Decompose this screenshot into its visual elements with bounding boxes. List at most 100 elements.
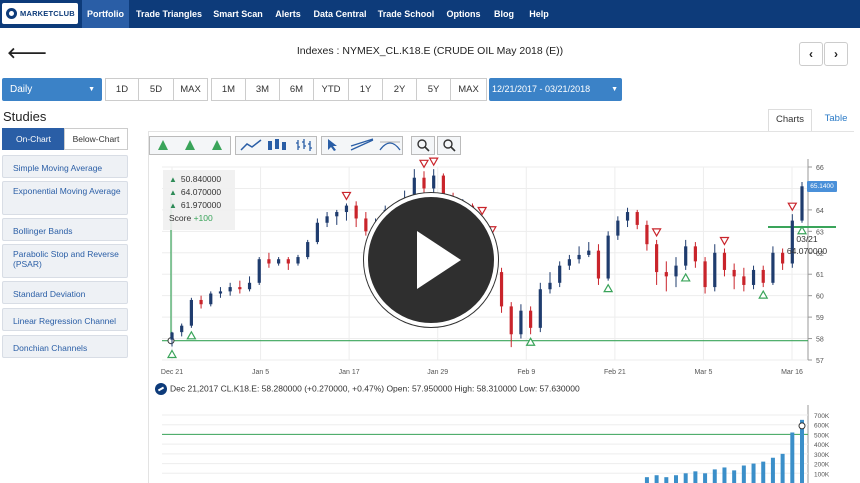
- marketclub-logo[interactable]: MARKETCLUB: [2, 3, 78, 24]
- range-1d-button[interactable]: 1D: [105, 78, 139, 101]
- studies-title: Studies: [3, 109, 47, 124]
- tab-table[interactable]: Table: [818, 109, 854, 131]
- volume-bar: [780, 453, 785, 483]
- nav-alerts[interactable]: Alerts: [270, 0, 306, 28]
- sell-triangle: [418, 159, 430, 169]
- period-select[interactable]: Daily ▼: [2, 78, 102, 101]
- study-exponential-moving-average[interactable]: Exponential Moving Average: [2, 181, 128, 215]
- triangle-up-icon[interactable]: [210, 138, 224, 152]
- caret-down-icon: ▼: [611, 86, 618, 93]
- candle-body: [218, 291, 223, 294]
- triangle-up-icon[interactable]: [183, 138, 197, 152]
- price-chart[interactable]: Dec 21 Jan 5 Jan 17 Jan 29 Feb 9 Feb 21 Mar 5 M…: [148, 155, 848, 383]
- study-parabolic-sar[interactable]: Parabolic Stop and Reverse (PSAR): [2, 244, 128, 278]
- range-1y-button[interactable]: 1Y: [348, 78, 383, 101]
- triangle-up-icon: ▲: [169, 188, 177, 197]
- video-play-button[interactable]: [364, 193, 498, 327]
- candle-body: [567, 259, 571, 266]
- ohlc-info-text: Dec 21,2017 CL.K18.E: 58.280000 (+0.2700…: [170, 383, 580, 394]
- candle-body: [732, 269, 736, 277]
- nav-help[interactable]: Help: [523, 0, 555, 28]
- last-price-tag: 65.1400: [807, 181, 837, 192]
- sell-triangle: [719, 236, 730, 246]
- candle-body: [645, 224, 649, 245]
- candle-body: [800, 186, 804, 221]
- candle-body: [664, 272, 668, 277]
- x-tick-label: Mar 5: [694, 369, 712, 376]
- sell-triangle: [651, 228, 662, 238]
- volume-bar: [674, 475, 678, 483]
- range-1m-button[interactable]: 1M: [211, 78, 246, 101]
- top-nav: MARKETCLUB Portfolio Trade Triangles Sma…: [0, 0, 860, 28]
- candle-body: [703, 261, 707, 288]
- tab-below-chart[interactable]: Below-Chart: [64, 128, 128, 150]
- candle-body: [199, 299, 203, 305]
- candle-body: [364, 218, 368, 232]
- candle-body: [315, 222, 319, 243]
- candlestick-chart-icon[interactable]: [266, 138, 288, 152]
- volume-bar: [770, 457, 775, 483]
- range-2y-button[interactable]: 2Y: [382, 78, 417, 101]
- pointer-icon[interactable]: [324, 138, 346, 152]
- candle-body: [286, 259, 290, 264]
- nav-portfolio[interactable]: Portfolio: [82, 0, 129, 28]
- volume-bar: [712, 469, 717, 483]
- zoom-out-icon: [443, 139, 456, 152]
- volume-bar: [693, 471, 698, 483]
- buy-triangle: [758, 289, 769, 299]
- nav-blog[interactable]: Blog: [488, 0, 520, 28]
- study-linear-regression-channel[interactable]: Linear Regression Channel: [2, 308, 128, 331]
- range-max-intraday-button[interactable]: MAX: [173, 78, 208, 101]
- tab-charts[interactable]: Charts: [768, 109, 812, 131]
- candle-body: [587, 250, 591, 255]
- candle-body: [625, 212, 630, 221]
- buy-triangle: [603, 283, 614, 293]
- prev-button[interactable]: ‹: [799, 42, 823, 66]
- buy-triangle: [680, 272, 691, 282]
- next-button[interactable]: ›: [824, 42, 848, 66]
- range-5y-button[interactable]: 5Y: [416, 78, 451, 101]
- candle-body: [596, 250, 601, 279]
- y-tick-label: 58: [816, 337, 824, 344]
- caret-down-icon: ▼: [88, 86, 95, 93]
- triangle-up-icon[interactable]: [156, 138, 170, 152]
- range-5d-button[interactable]: 5D: [138, 78, 174, 101]
- date-range-value: 12/21/2017 - 03/21/2018: [492, 84, 591, 94]
- candle-body: [189, 299, 193, 326]
- volume-chart: 700K 600K 500K 400K 300K 200K 100K: [162, 405, 830, 483]
- app-root: MARKETCLUB Portfolio Trade Triangles Sma…: [0, 0, 860, 483]
- volume-bar: [790, 432, 795, 483]
- study-simple-moving-average[interactable]: Simple Moving Average: [2, 155, 128, 178]
- range-3m-button[interactable]: 3M: [245, 78, 280, 101]
- study-bollinger-bands[interactable]: Bollinger Bands: [2, 218, 128, 241]
- date-range-select[interactable]: 12/21/2017 - 03/21/2018 ▼: [489, 78, 622, 101]
- range-ytd-button[interactable]: YTD: [313, 78, 349, 101]
- trendline-icon[interactable]: [350, 138, 374, 152]
- nav-trade-school[interactable]: Trade School: [373, 0, 439, 28]
- study-standard-deviation[interactable]: Standard Deviation: [2, 281, 128, 304]
- study-donchian-channels[interactable]: Donchian Channels: [2, 335, 128, 358]
- buy-triangle: [186, 330, 197, 340]
- sell-triangle: [428, 157, 439, 167]
- tab-on-chart[interactable]: On-Chart: [2, 128, 65, 150]
- nav-data-central[interactable]: Data Central: [309, 0, 371, 28]
- nav-options[interactable]: Options: [442, 0, 485, 28]
- candle-body: [538, 289, 542, 328]
- range-max-button[interactable]: MAX: [450, 78, 487, 101]
- ohlc-chart-icon[interactable]: [294, 138, 314, 152]
- nav-smart-scan[interactable]: Smart Scan: [208, 0, 268, 28]
- volume-bar: [664, 477, 669, 483]
- nav-trade-triangles[interactable]: Trade Triangles: [132, 0, 206, 28]
- line-chart-icon[interactable]: [240, 138, 262, 152]
- candle-body: [616, 220, 620, 236]
- candle-body: [267, 259, 271, 264]
- score-label: Score: [169, 213, 192, 223]
- y-tick-label: 57: [816, 358, 824, 365]
- zoom-in-icon: [417, 139, 430, 152]
- candle-body: [655, 244, 659, 273]
- y-tick-label: 300K: [814, 452, 830, 459]
- fibonacci-icon[interactable]: [378, 138, 402, 152]
- volume-marker: [798, 422, 806, 430]
- range-6m-button[interactable]: 6M: [279, 78, 314, 101]
- candle-body: [713, 252, 717, 288]
